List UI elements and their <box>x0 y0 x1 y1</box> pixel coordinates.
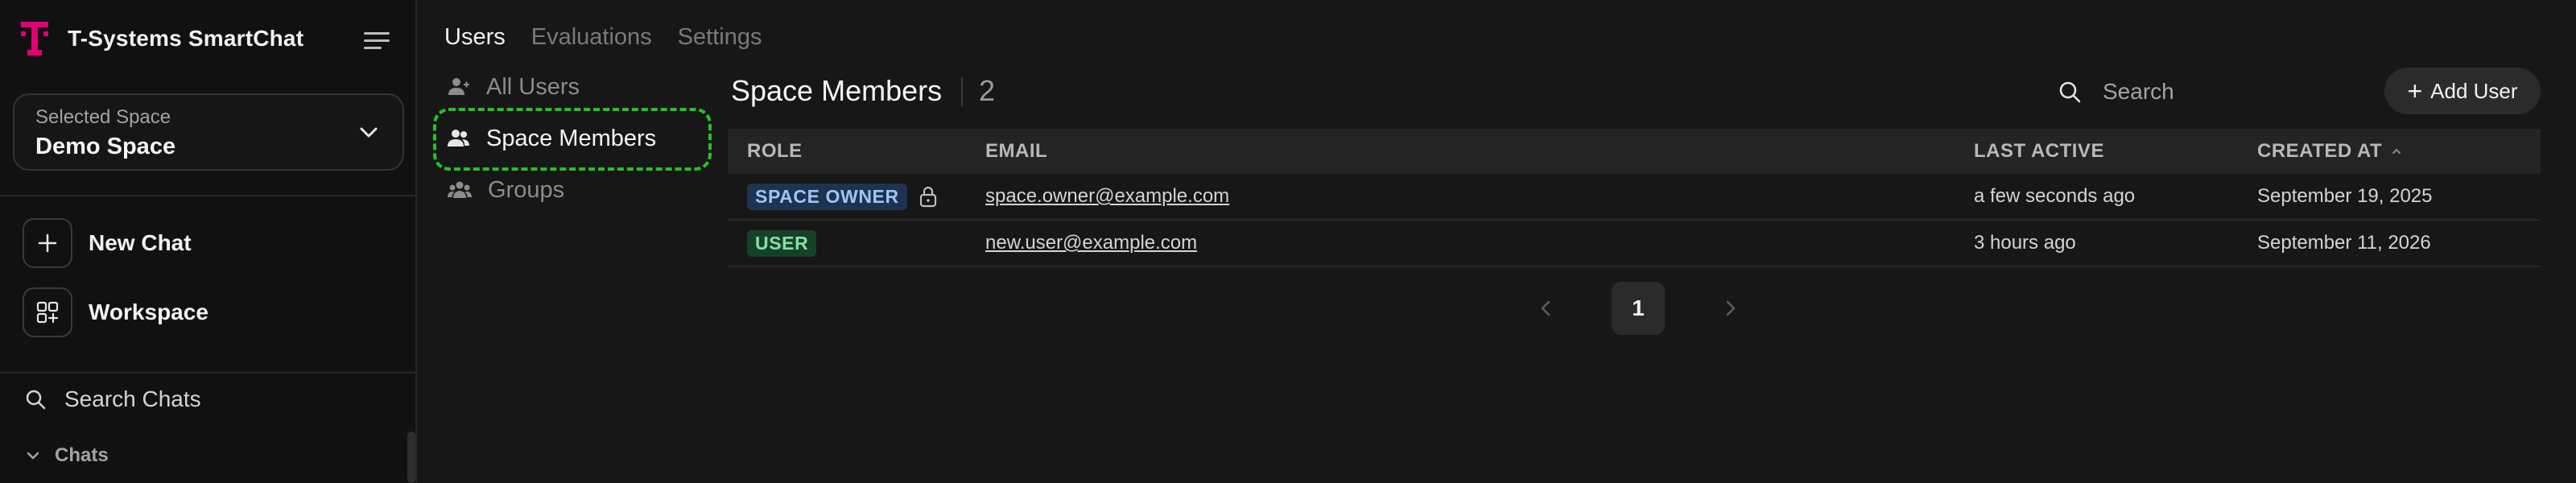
space-selector[interactable]: Selected Space Demo Space <box>13 93 404 171</box>
member-count: 2 <box>979 74 996 107</box>
app-title: T-Systems SmartChat <box>68 26 304 51</box>
tab-evaluations[interactable]: Evaluations <box>531 24 652 51</box>
search-icon <box>2059 81 2081 103</box>
email-cell: new.user@example.com <box>985 221 1197 266</box>
new-chat-button[interactable]: New Chat <box>23 217 192 269</box>
email-link[interactable]: space.owner@example.com <box>985 185 1229 208</box>
email-cell: space.owner@example.com <box>985 174 1229 219</box>
last-active-cell: a few seconds ago <box>1974 185 2136 207</box>
subnav-all-users[interactable]: All Users <box>448 69 580 105</box>
search-input[interactable] <box>2103 79 2344 105</box>
sort-ascending-icon <box>2392 148 2401 154</box>
created-at-cell: September 19, 2025 <box>2257 185 2433 207</box>
pagination: 1 <box>1530 282 1747 335</box>
subnav-groups[interactable]: Groups <box>448 172 564 208</box>
user-icon <box>448 78 469 95</box>
plus-icon: + <box>2407 76 2423 105</box>
role-cell: USER <box>747 221 817 266</box>
column-header-last-active[interactable]: LAST ACTIVE <box>1974 140 2104 163</box>
column-header-email[interactable]: EMAIL <box>985 140 1047 163</box>
column-header-created-at-label: CREATED AT <box>2257 140 2383 162</box>
t-logo-icon <box>19 21 50 56</box>
created-at-cell: September 11, 2026 <box>2257 232 2431 254</box>
new-chat-label: New Chat <box>89 230 192 255</box>
sidebar-scrollbar[interactable] <box>407 431 415 483</box>
table-row[interactable]: USER new.user@example.com 3 hours ago Se… <box>728 221 2541 267</box>
workspace-button[interactable]: Workspace <box>23 287 208 338</box>
previous-page-button[interactable] <box>1530 292 1562 324</box>
members-table: ROLE EMAIL LAST ACTIVE CREATED AT SPACE … <box>728 129 2541 267</box>
menu-icon[interactable] <box>364 26 396 55</box>
search-chats-button[interactable]: Search Chats <box>24 383 201 415</box>
search-icon <box>26 390 46 410</box>
page-title: Space Members <box>731 74 943 107</box>
role-badge-user: USER <box>747 229 817 257</box>
sidebar-divider <box>0 372 417 374</box>
subnav-all-users-label: All Users <box>486 73 580 100</box>
chats-section-toggle[interactable]: Chats <box>24 444 109 467</box>
email-link[interactable]: new.user@example.com <box>985 232 1197 254</box>
lock-icon <box>919 186 936 208</box>
users-icon <box>448 130 469 147</box>
sidebar-divider <box>0 195 417 196</box>
subnav-space-members[interactable]: Space Members <box>448 121 656 156</box>
add-user-button[interactable]: + Add User <box>2384 68 2541 114</box>
space-selector-caption: Selected Space <box>35 106 171 128</box>
page-number-button[interactable]: 1 <box>1612 282 1665 335</box>
next-page-button[interactable] <box>1715 292 1747 324</box>
title-divider <box>961 77 963 106</box>
member-search[interactable] <box>2058 74 2344 109</box>
role-cell: SPACE OWNER <box>747 174 938 219</box>
last-active-cell: 3 hours ago <box>1974 232 2076 254</box>
tab-users[interactable]: Users <box>444 24 506 51</box>
workspace-label: Workspace <box>89 299 208 324</box>
chats-section-label: Chats <box>55 444 109 466</box>
column-header-role[interactable]: ROLE <box>747 140 803 163</box>
brand[interactable]: T-Systems SmartChat <box>19 21 303 56</box>
table-header: ROLE EMAIL LAST ACTIVE CREATED AT <box>728 129 2541 174</box>
subnav-space-members-label: Space Members <box>486 125 657 151</box>
tab-settings[interactable]: Settings <box>678 24 762 51</box>
grid-icon <box>23 287 72 337</box>
space-selector-value: Demo Space <box>35 134 176 159</box>
subnav-groups-label: Groups <box>488 176 565 203</box>
sidebar: T-Systems SmartChat Selected Space Demo … <box>0 0 417 483</box>
chevron-left-icon <box>1541 300 1550 316</box>
chevron-down-icon <box>27 452 39 460</box>
admin-tabs: Users Evaluations Settings <box>444 24 762 51</box>
table-row[interactable]: SPACE OWNER space.owner@example.com a fe… <box>728 174 2541 221</box>
group-icon <box>448 181 472 198</box>
add-user-label: Add User <box>2430 78 2518 103</box>
plus-icon <box>23 218 72 268</box>
chevron-right-icon <box>1726 300 1736 316</box>
search-chats-label: Search Chats <box>64 386 201 411</box>
role-badge-owner: SPACE OWNER <box>747 183 907 210</box>
chevron-down-icon <box>360 127 378 138</box>
column-header-created-at[interactable]: CREATED AT <box>2257 140 2403 163</box>
